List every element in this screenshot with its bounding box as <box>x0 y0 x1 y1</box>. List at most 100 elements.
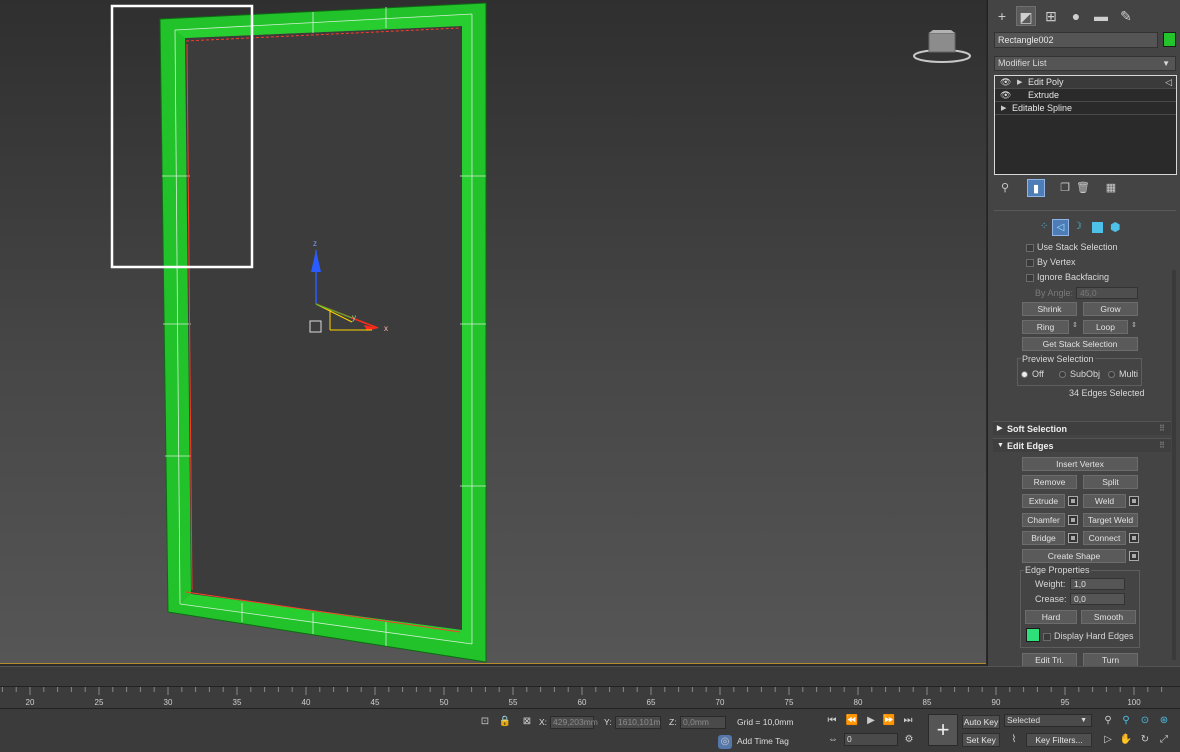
loop-spinner-icon[interactable]: ⇕ <box>1131 321 1137 329</box>
add-time-tag-label[interactable]: Add Time Tag <box>737 735 789 748</box>
ring-spinner-icon[interactable]: ⇕ <box>1072 321 1078 329</box>
time-slider[interactable] <box>0 666 1180 686</box>
orbit-icon[interactable]: ↻ <box>1138 733 1152 747</box>
create-shape-settings-icon[interactable] <box>1129 551 1139 561</box>
pin-stack-icon[interactable]: ⚲ <box>996 179 1014 197</box>
expand-arrow-icon[interactable]: ▶ <box>1017 76 1022 89</box>
zoom-extents-icon[interactable]: ⊙ <box>1138 714 1152 728</box>
edge-mode-icon[interactable]: ◁ <box>1052 219 1069 236</box>
isolate-selection-icon[interactable]: ⊡ <box>478 715 492 729</box>
chamfer-settings-icon[interactable] <box>1068 515 1078 525</box>
hard-button[interactable]: Hard <box>1025 610 1077 624</box>
chamfer-button[interactable]: Chamfer <box>1022 513 1065 527</box>
field-of-view-icon[interactable]: ▷ <box>1101 733 1115 747</box>
weld-button[interactable]: Weld <box>1083 494 1126 508</box>
crease-field[interactable]: 0,0 <box>1070 593 1125 605</box>
viewcube[interactable] <box>912 28 972 66</box>
default-in-out-tangents-icon[interactable]: ⌇ <box>1007 733 1021 747</box>
turn-button[interactable]: Turn <box>1083 653 1138 667</box>
display-hard-edges-checkbox[interactable]: Display Hard Edges <box>1043 630 1134 642</box>
configure-sets-icon[interactable]: ▦ <box>1102 179 1120 197</box>
soft-selection-rollout[interactable]: ▶ Soft Selection ⠿ <box>993 421 1171 435</box>
target-weld-button[interactable]: Target Weld <box>1083 513 1138 527</box>
key-mode-icon[interactable]: ⇔ <box>826 733 840 747</box>
modifier-list-dropdown[interactable]: Modifier List ▼ <box>994 56 1176 71</box>
eye-icon[interactable]: 👁 <box>1000 89 1011 102</box>
panel-scrollbar[interactable] <box>1172 270 1176 660</box>
zoom-all-icon[interactable]: ⚲ <box>1119 714 1133 728</box>
preview-subobj-radio[interactable]: SubObj <box>1059 368 1100 380</box>
set-keys-plus-icon[interactable]: + <box>928 714 958 746</box>
y-coordinate-field[interactable]: 1610,101m <box>615 716 661 729</box>
zoom-icon[interactable]: ⚲ <box>1101 714 1115 728</box>
border-mode-icon[interactable]: ☽ <box>1073 221 1082 232</box>
make-unique-icon[interactable]: ❐ <box>1056 179 1074 197</box>
object-name-field[interactable]: Rectangle002 <box>994 32 1158 48</box>
go-to-start-icon[interactable]: ⏮ <box>825 714 839 728</box>
stack-item-editable-spline[interactable]: ▶ Editable Spline <box>995 102 1176 115</box>
eye-icon[interactable]: 👁 <box>1000 76 1011 89</box>
remove-modifier-icon[interactable]: 🗑 <box>1074 179 1092 197</box>
preview-multi-radio[interactable]: Multi <box>1108 368 1138 380</box>
bridge-button[interactable]: Bridge <box>1022 531 1065 545</box>
ring-button[interactable]: Ring <box>1022 320 1069 334</box>
smooth-button[interactable]: Smooth <box>1081 610 1136 624</box>
x-coordinate-field[interactable]: 429,203mm <box>550 716 598 729</box>
split-button[interactable]: Split <box>1083 475 1138 489</box>
modifier-stack[interactable]: 👁 ▶ Edit Poly ◁ 👁 Extrude ▶ Editable Spl… <box>994 75 1177 175</box>
edit-tri-button[interactable]: Edit Tri. <box>1022 653 1077 667</box>
modify-tab-icon[interactable]: ◩ <box>1016 6 1036 26</box>
absolute-mode-icon[interactable]: ⊠ <box>520 715 534 729</box>
time-tag-icon[interactable]: ◎ <box>718 735 732 749</box>
lock-selection-icon[interactable]: 🔒 <box>498 715 512 729</box>
key-filters-button[interactable]: Key Filters... <box>1026 733 1092 747</box>
weld-settings-icon[interactable] <box>1129 496 1139 506</box>
set-key-button[interactable]: Set Key <box>962 733 1000 747</box>
create-shape-button[interactable]: Create Shape <box>1022 549 1126 563</box>
edit-edges-rollout[interactable]: ▼ Edit Edges ⠿ <box>993 438 1171 452</box>
expand-arrow-icon[interactable]: ▶ <box>1001 102 1006 115</box>
maximize-viewport-icon[interactable]: ⤢ <box>1157 733 1171 747</box>
next-frame-icon[interactable]: ⏩ <box>882 714 896 728</box>
previous-frame-icon[interactable]: ⏪ <box>845 714 859 728</box>
get-stack-selection-button[interactable]: Get Stack Selection <box>1022 337 1138 351</box>
use-stack-selection-checkbox[interactable]: Use Stack Selection <box>1026 241 1118 253</box>
hierarchy-tab-icon[interactable]: ⊞ <box>1041 6 1061 26</box>
pan-view-icon[interactable]: ✋ <box>1119 733 1133 747</box>
connect-button[interactable]: Connect <box>1083 531 1126 545</box>
selection-set-dropdown[interactable]: Selected ▼ <box>1004 714 1092 727</box>
ignore-backfacing-checkbox[interactable]: Ignore Backfacing <box>1026 271 1109 283</box>
hard-edge-color-swatch[interactable] <box>1026 628 1040 642</box>
object-color-swatch[interactable] <box>1163 32 1176 47</box>
display-tab-icon[interactable]: ▬ <box>1091 6 1111 26</box>
by-angle-field[interactable]: 45,0 <box>1076 287 1138 299</box>
trackbar[interactable]: 20 25 30 35 40 45 50 55 60 65 70 75 80 85 90 95 100 <box>0 686 1180 708</box>
loop-button[interactable]: Loop <box>1083 320 1128 334</box>
go-to-end-icon[interactable]: ⏭ <box>901 714 915 728</box>
polygon-mode-icon[interactable] <box>1092 222 1103 233</box>
remove-button[interactable]: Remove <box>1022 475 1077 489</box>
zoom-extents-all-icon[interactable]: ⊛ <box>1157 714 1171 728</box>
preview-off-radio[interactable]: Off <box>1021 368 1044 380</box>
connect-settings-icon[interactable] <box>1129 533 1139 543</box>
create-tab-icon[interactable]: + <box>992 6 1012 26</box>
bridge-settings-icon[interactable] <box>1068 533 1078 543</box>
insert-vertex-button[interactable]: Insert Vertex <box>1022 457 1138 471</box>
extrude-settings-icon[interactable] <box>1068 496 1078 506</box>
play-icon[interactable]: ▶ <box>864 714 878 728</box>
weight-field[interactable]: 1,0 <box>1070 578 1125 590</box>
extrude-button[interactable]: Extrude <box>1022 494 1065 508</box>
grow-button[interactable]: Grow <box>1083 302 1138 316</box>
stack-item-extrude[interactable]: 👁 Extrude <box>995 89 1176 102</box>
auto-key-button[interactable]: Auto Key <box>962 715 1000 729</box>
utilities-tab-icon[interactable]: ✎ <box>1116 6 1136 26</box>
shrink-button[interactable]: Shrink <box>1022 302 1077 316</box>
by-vertex-checkbox[interactable]: By Vertex <box>1026 256 1076 268</box>
time-configuration-icon[interactable]: ⚙ <box>902 733 916 747</box>
motion-tab-icon[interactable]: ● <box>1066 6 1086 26</box>
perspective-viewport[interactable]: z y x <box>0 0 986 664</box>
z-coordinate-field[interactable]: 0,0mm <box>680 716 726 729</box>
element-mode-icon[interactable]: ⬢ <box>1110 220 1120 234</box>
show-end-result-icon[interactable]: ▮ <box>1027 179 1045 197</box>
stack-item-edit-poly[interactable]: 👁 ▶ Edit Poly ◁ <box>995 76 1176 89</box>
